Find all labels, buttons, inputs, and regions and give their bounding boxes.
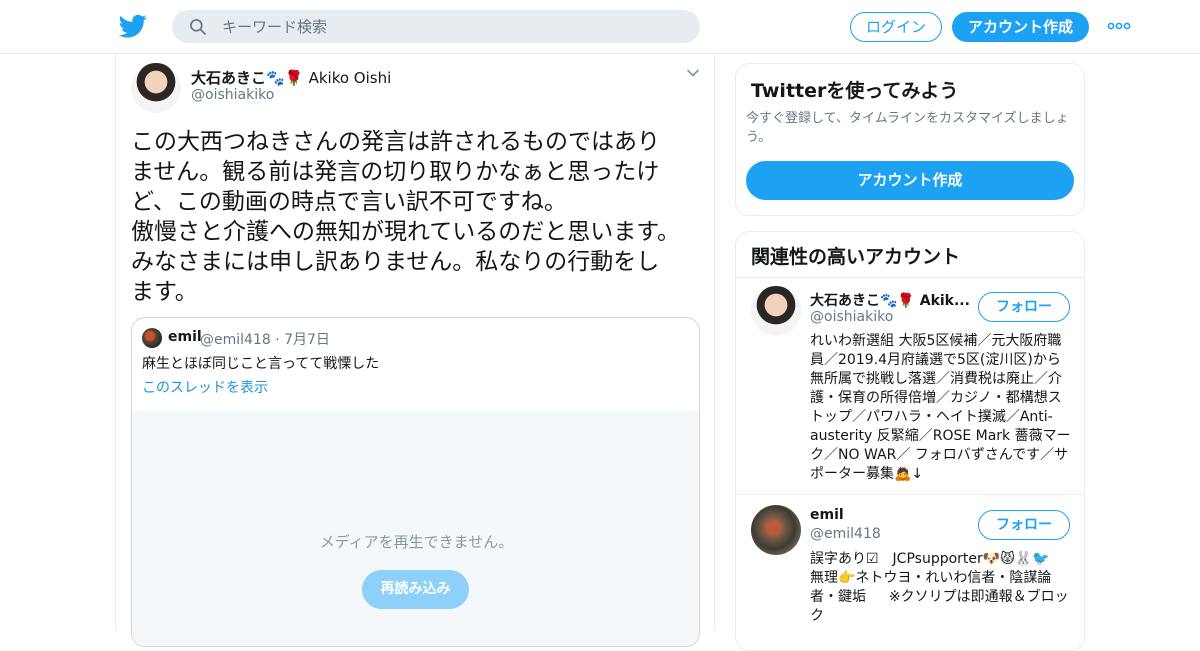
- account-handle[interactable]: @emil418: [810, 526, 881, 542]
- login-button[interactable]: ログイン: [850, 12, 942, 42]
- reload-button[interactable]: 再読み込み: [362, 570, 469, 609]
- media-player: メディアを再生できません。 再読み込み: [132, 411, 699, 646]
- related-title: 関連性の高いアカウント: [751, 246, 961, 268]
- account-name[interactable]: emil: [810, 507, 844, 523]
- more-options-icon[interactable]: [1106, 16, 1132, 36]
- signup-button[interactable]: アカウント作成: [952, 12, 1089, 42]
- search-box[interactable]: [172, 10, 700, 43]
- show-thread-link[interactable]: このスレッドを表示: [142, 377, 268, 397]
- tweet-column: 大石あきこ🐾🌹 Akiko Oishi @oishiakiko この大西つねきさ…: [115, 54, 715, 647]
- quoted-text: 麻生とほぼ同じこと言ってて戦慄した: [142, 356, 380, 372]
- quoted-handle-date: @emil418 · 7月7日: [200, 332, 330, 348]
- divider: [736, 277, 1084, 278]
- divider: [736, 494, 1084, 495]
- media-error-message: メディアを再生できません。: [319, 533, 514, 551]
- quoted-avatar: [142, 328, 162, 348]
- quoted-author-name: emil: [168, 329, 202, 345]
- author-avatar[interactable]: [131, 63, 181, 113]
- author-handle[interactable]: @oishiakiko: [191, 87, 274, 103]
- search-input[interactable]: [222, 10, 682, 43]
- chevron-down-icon[interactable]: [686, 68, 700, 78]
- author-name-jp: 大石あきこ🐾🌹: [191, 69, 304, 87]
- top-bar: ログイン アカウント作成: [0, 0, 1200, 54]
- try-card-subtitle: 今すぐ登録して、タイムラインをカスタマイズしましょう。: [746, 111, 1069, 145]
- search-icon: [190, 19, 206, 35]
- related-accounts-card: 関連性の高いアカウント 大石あきこ🐾🌹 Akik... @oishiakiko …: [735, 231, 1085, 651]
- account-bio: れいわ新選組 大阪5区候補／元大阪府職員／2019.4月府議選で5区(淀川区)か…: [810, 333, 1071, 482]
- author-name-en: Akiko Oishi: [308, 69, 392, 87]
- try-card-title: Twitterを使ってみよう: [751, 80, 959, 102]
- account-avatar[interactable]: [751, 286, 801, 336]
- quoted-tweet[interactable]: emil @emil418 · 7月7日 麻生とほぼ同じこと言ってて戦慄した こ…: [131, 317, 700, 647]
- account-name[interactable]: 大石あきこ🐾🌹 Akik...: [810, 290, 970, 310]
- try-twitter-card: Twitterを使ってみよう 今すぐ登録して、タイムラインをカスタマイズしましょ…: [735, 63, 1085, 216]
- account-handle[interactable]: @oishiakiko: [810, 309, 893, 325]
- follow-button[interactable]: フォロー: [978, 510, 1070, 540]
- author-name[interactable]: 大石あきこ🐾🌹 Akiko Oishi: [191, 67, 391, 88]
- account-bio: 誤字あり☑ JCPsupporter🐶😾🐰🐦 無理👉ネトウヨ・れいわ信者・陰謀論…: [810, 551, 1069, 624]
- account-avatar[interactable]: [751, 505, 801, 555]
- sidebar-signup-button[interactable]: アカウント作成: [746, 161, 1074, 200]
- tweet-text: この大西つねきさんの発言は許されるものではあり ません。観る前は発言の切り取りか…: [131, 129, 681, 305]
- follow-button[interactable]: フォロー: [978, 292, 1070, 322]
- twitter-bird-icon[interactable]: [119, 12, 147, 40]
